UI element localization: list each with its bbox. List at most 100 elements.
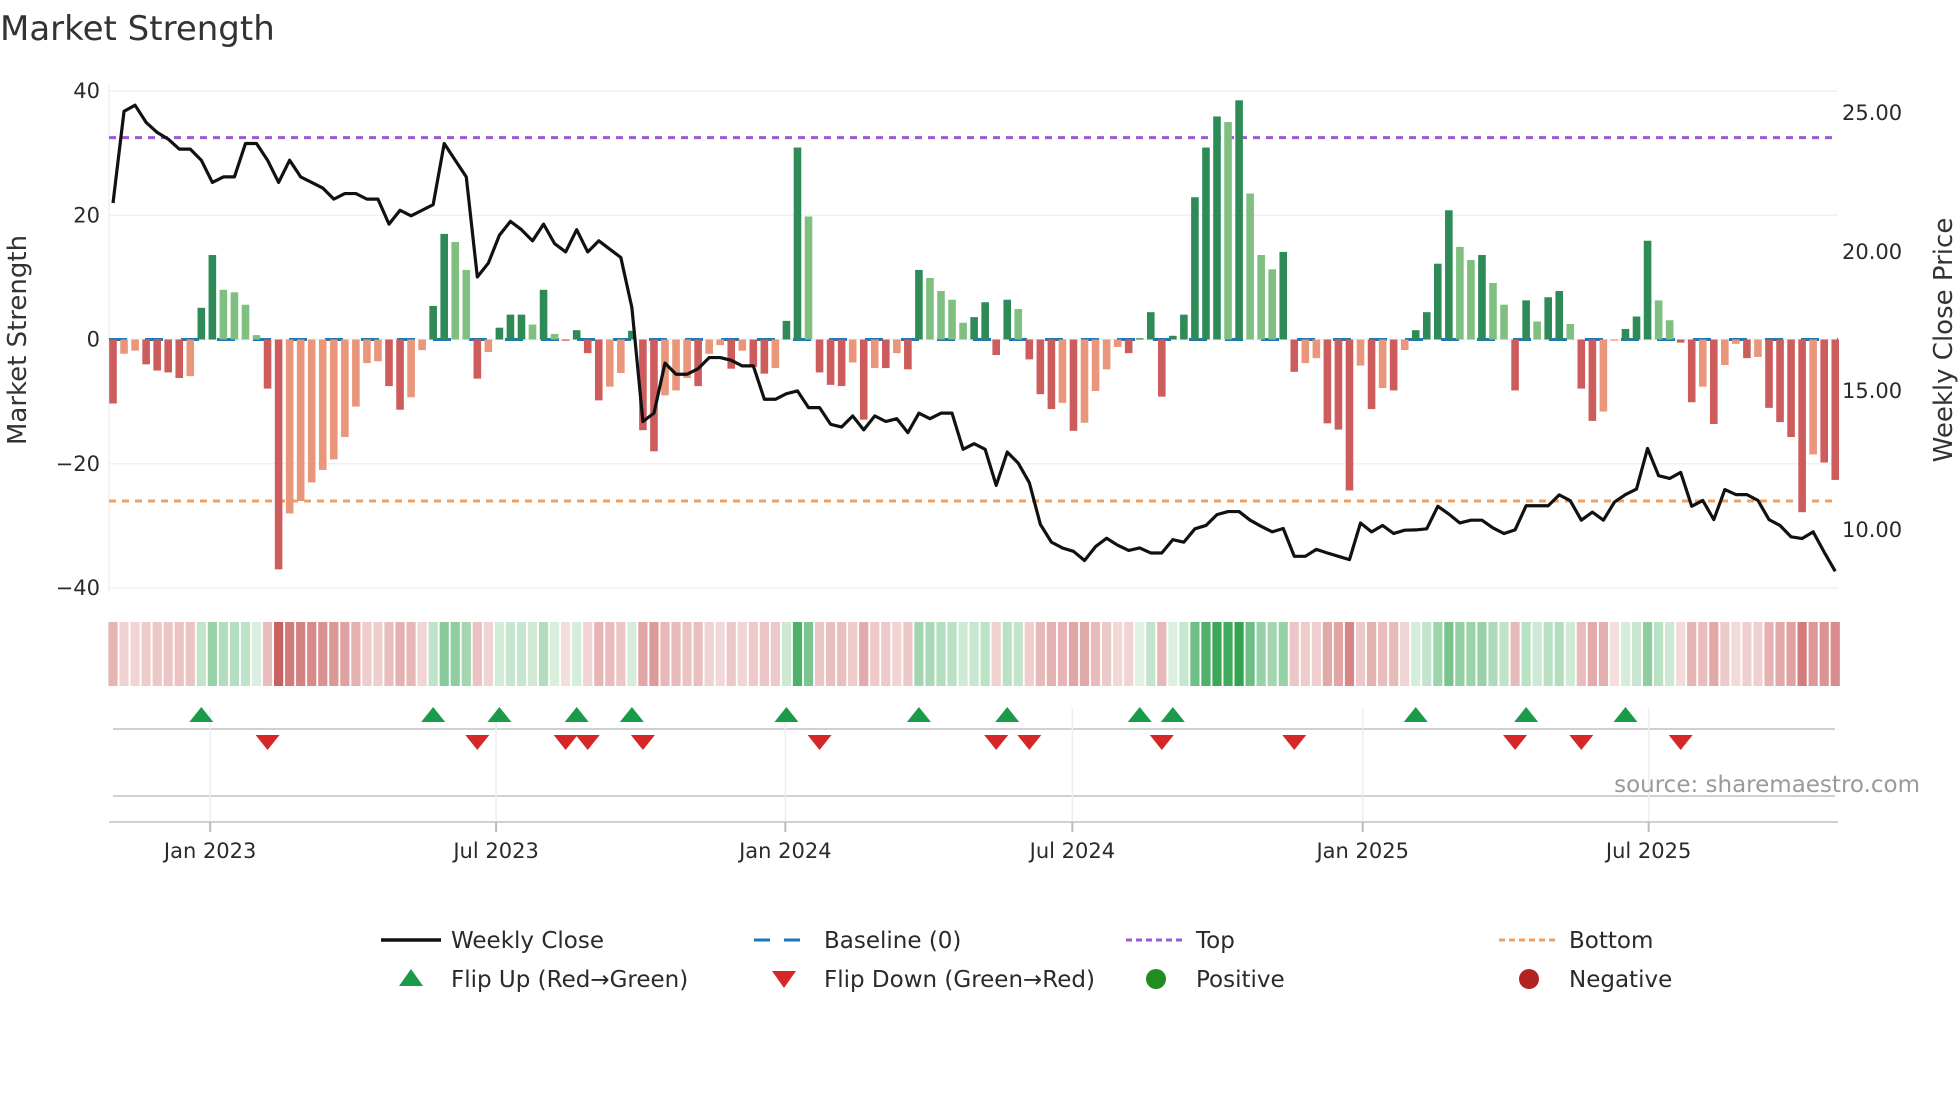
strength-bar: [407, 339, 415, 398]
y-tick-label: 20: [73, 203, 100, 227]
strength-bar: [1124, 339, 1133, 354]
strength-bar: [352, 339, 360, 407]
legend-label: Top: [1195, 928, 1235, 954]
strength-bar: [1743, 339, 1751, 359]
strength-bar: [1014, 309, 1023, 340]
strength-bar: [1831, 339, 1840, 480]
strip-cell: [163, 622, 173, 686]
strip-cell: [638, 622, 648, 686]
strip-cell: [859, 622, 869, 686]
strength-bar: [451, 241, 460, 340]
strength-bar: [440, 233, 448, 340]
strength-bar: [672, 339, 680, 391]
strip-cell: [538, 622, 549, 686]
flip-down-marker: [807, 735, 832, 750]
strength-bar: [363, 339, 371, 364]
strip-cell: [1786, 622, 1796, 686]
strength-bar: [1621, 328, 1630, 340]
strip-cell: [903, 622, 913, 686]
strength-bar: [738, 339, 747, 351]
strip-cell: [1378, 622, 1388, 686]
strength-bar: [815, 339, 824, 373]
strip-cell: [1311, 622, 1321, 686]
strip-cell: [814, 622, 825, 686]
strip-cell: [781, 622, 792, 686]
strip-cell: [439, 622, 449, 686]
strength-bar: [727, 339, 736, 369]
strength-heat-strip: [108, 622, 1840, 686]
strength-bar: [1511, 339, 1519, 391]
strength-bar: [1765, 339, 1773, 408]
strip-cell: [1201, 622, 1211, 686]
strip-cell: [218, 622, 228, 686]
strip-cell: [1764, 622, 1774, 686]
strip-cell: [251, 622, 262, 686]
strength-bar: [1721, 339, 1729, 365]
strength-bar: [1798, 339, 1806, 513]
flip-up-marker: [487, 707, 512, 722]
strip-cell: [516, 622, 527, 686]
strength-bar: [937, 291, 945, 340]
strength-bar: [285, 339, 294, 514]
strip-cell: [1477, 622, 1487, 686]
strip-cell: [152, 622, 162, 686]
market-strength-chart: Market Strength Market Strength Weekly C…: [0, 9, 1959, 993]
strength-bar: [1224, 122, 1232, 340]
strip-cell: [1753, 622, 1763, 686]
strength-bar: [804, 216, 813, 340]
strength-bar: [1478, 255, 1486, 340]
strip-cell: [1775, 622, 1785, 686]
strength-bar: [1533, 321, 1541, 340]
strip-cell: [307, 622, 317, 686]
strip-cell: [274, 622, 284, 686]
strength-bar: [142, 339, 150, 365]
strip-cell: [527, 622, 538, 686]
strip-cell: [1333, 622, 1344, 686]
strength-bar: [1069, 339, 1078, 431]
strip-cell: [837, 622, 847, 686]
strength-bar: [749, 339, 758, 367]
strip-cell: [881, 622, 891, 686]
strip-cell: [1322, 622, 1332, 686]
strength-bar: [1158, 339, 1166, 397]
strip-cell: [693, 622, 703, 686]
strip-cell: [406, 622, 416, 686]
strength-bar: [1356, 339, 1365, 366]
flip-down-marker: [575, 735, 600, 750]
strength-bar: [1312, 339, 1321, 359]
strength-bar: [517, 314, 526, 340]
legend-label: Flip Up (Red→Green): [451, 967, 688, 993]
strip-cell: [914, 622, 924, 686]
strip-cell: [417, 622, 427, 686]
legend: Weekly Close Baseline (0) Top Bottom Flip Up…: [381, 928, 1672, 993]
strength-bar: [771, 339, 780, 369]
strength-bar: [1434, 263, 1442, 340]
strip-cell: [682, 622, 692, 686]
strength-bar: [539, 289, 548, 340]
flip-down-marker: [255, 735, 280, 750]
strength-bar: [904, 339, 912, 370]
strip-cell: [1709, 622, 1719, 686]
strip-cell: [792, 622, 803, 686]
strip-cell: [870, 622, 880, 686]
strength-bar: [882, 339, 890, 369]
strength-bar: [1334, 339, 1343, 430]
strength-bar: [1113, 339, 1122, 347]
flip-up-marker: [1514, 707, 1539, 722]
strip-cell: [1565, 622, 1575, 686]
strength-bar: [1235, 100, 1243, 340]
strip-cell: [715, 622, 725, 686]
circle-icon: [1146, 969, 1166, 989]
strength-bar: [274, 339, 283, 570]
strip-cell: [395, 622, 405, 686]
strip-cell: [141, 622, 151, 686]
strip-cell: [1687, 622, 1697, 686]
strip-cell: [119, 622, 129, 686]
strength-bar: [1599, 339, 1608, 412]
strip-cell: [351, 622, 361, 686]
strength-bar: [1036, 339, 1045, 395]
strength-bar: [1080, 339, 1089, 423]
strip-cell: [1256, 622, 1266, 686]
strip-cell: [262, 622, 273, 686]
strip-cell: [1090, 622, 1101, 686]
